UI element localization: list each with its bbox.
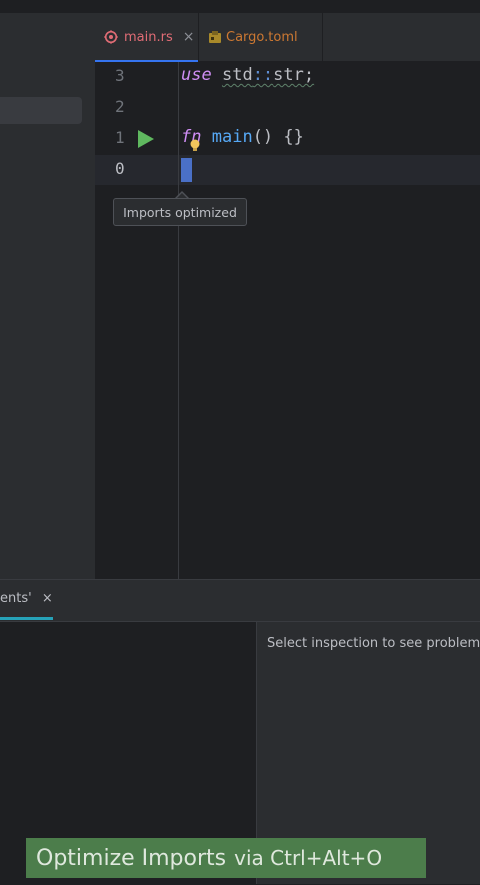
sidebar-selected-item[interactable] — [0, 97, 82, 124]
problems-tab[interactable]: ents' × — [0, 591, 53, 606]
imports-optimized-tooltip: Imports optimized — [113, 198, 247, 226]
text-caret — [181, 158, 192, 182]
unused-import: std::str; — [222, 65, 314, 85]
tab-label: main.rs — [124, 29, 173, 45]
rust-icon — [104, 30, 118, 44]
problems-tab-bar — [0, 580, 480, 622]
path-segment: std — [221, 65, 253, 85]
active-tab-indicator — [0, 617, 53, 620]
tab-label: Cargo.toml — [226, 29, 298, 45]
tab-cargo-toml[interactable]: Cargo.toml — [199, 13, 323, 61]
editor-tab-bar: main.rs × Cargo.toml — [95, 13, 480, 62]
lightbulb-icon[interactable] — [189, 138, 201, 158]
problems-tab-label: ents' — [0, 591, 32, 606]
action-banner: Optimize Imports via Ctrl+Alt+O — [26, 838, 426, 878]
cargo-icon — [208, 30, 222, 44]
line-number: 2 — [115, 97, 125, 116]
current-line-highlight — [95, 155, 480, 185]
run-icon[interactable] — [137, 129, 155, 153]
close-icon[interactable]: × — [183, 29, 195, 45]
line-number-current: 0 — [115, 159, 125, 178]
gutter-separator — [178, 62, 179, 579]
tooltip-text: Imports optimized — [123, 204, 237, 220]
banner-shortcut: via Ctrl+Alt+O — [234, 846, 383, 870]
banner-action: Optimize Imports — [36, 845, 227, 871]
keyword: use — [181, 65, 212, 85]
function-signature: () {} — [252, 127, 304, 147]
function-name: main — [211, 127, 253, 147]
close-icon[interactable]: × — [42, 591, 53, 606]
path-separator: :: — [252, 65, 274, 85]
title-strip — [0, 0, 480, 14]
line-number: 1 — [115, 128, 125, 147]
path-segment: str; — [273, 65, 315, 85]
problems-hint: Select inspection to see problems — [267, 636, 480, 651]
code-line-use: use std::str; — [181, 65, 314, 85]
tab-main-rs[interactable]: main.rs × — [95, 13, 199, 62]
line-number: 3 — [115, 66, 125, 85]
